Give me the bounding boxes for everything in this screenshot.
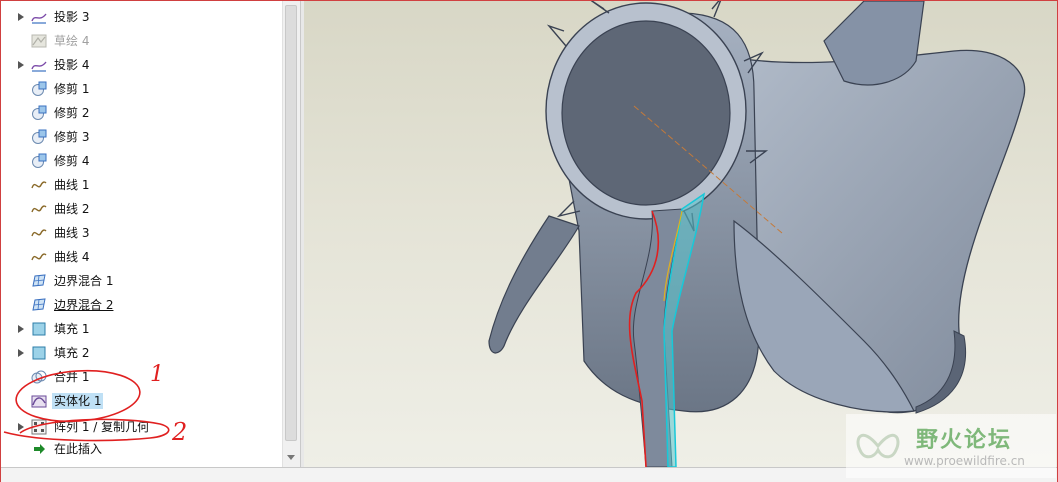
graphics-viewport[interactable] [304, 1, 1057, 467]
annotation-mark-2: 2 [172, 418, 188, 446]
hub-bore [561, 20, 731, 206]
forum-watermark: 野火论坛 www.proewildfire.cn [846, 414, 1056, 478]
annotation-circle-2 [3, 418, 170, 442]
impeller-model [488, 1, 1026, 467]
annotation-circle-1 [15, 369, 141, 423]
annotation-mark-1: 1 [150, 362, 164, 387]
handwritten-annotations [3, 369, 170, 442]
watermark-url: www.proewildfire.cn [904, 454, 1025, 468]
blade-left [488, 215, 580, 354]
watermark-title: 野火论坛 [916, 428, 1013, 453]
butterfly-logo-icon [856, 433, 900, 459]
